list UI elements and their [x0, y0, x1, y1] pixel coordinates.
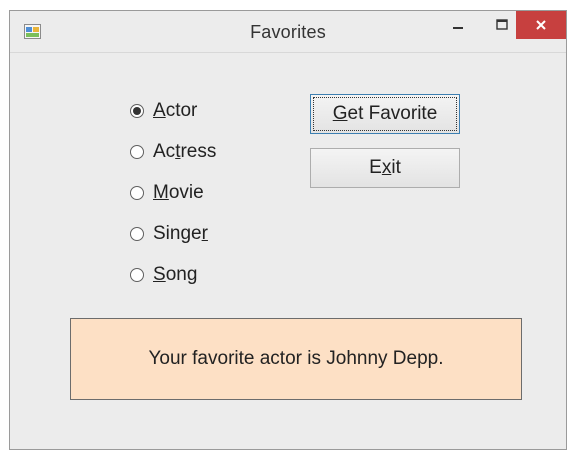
radio-song[interactable]: Song: [130, 262, 197, 288]
title-bar[interactable]: Favorites: [10, 11, 566, 53]
radio-song-circle[interactable]: [130, 268, 144, 282]
exit-button[interactable]: Exit: [310, 148, 460, 188]
radio-actress-label: Actress: [153, 141, 217, 162]
get-favorite-label: Get Favorite: [332, 103, 438, 124]
radio-actress-circle[interactable]: [130, 145, 144, 159]
get-favorite-button[interactable]: Get Favorite: [310, 94, 460, 134]
favorites-window: Favorites Actor Actress Movie Singer Son…: [9, 10, 567, 450]
maximize-icon: [496, 19, 508, 30]
radio-movie-circle[interactable]: [130, 186, 144, 200]
close-icon: [536, 20, 546, 30]
radio-actor-circle[interactable]: [130, 104, 144, 118]
radio-movie[interactable]: Movie: [130, 180, 204, 206]
minimize-icon: [453, 27, 463, 29]
radio-movie-label: Movie: [153, 182, 204, 203]
radio-singer-label: Singer: [153, 223, 208, 244]
minimize-button[interactable]: [438, 11, 478, 39]
radio-singer-circle[interactable]: [130, 227, 144, 241]
radio-actor-label: Actor: [153, 100, 198, 121]
client-area: Actor Actress Movie Singer Song Get Favo…: [10, 53, 566, 449]
radio-actor[interactable]: Actor: [130, 98, 197, 124]
close-button[interactable]: [516, 11, 566, 39]
favorite-message-label: Your favorite actor is Johnny Depp.: [70, 318, 522, 400]
radio-song-label: Song: [153, 264, 198, 285]
radio-singer[interactable]: Singer: [130, 221, 208, 247]
radio-actress[interactable]: Actress: [130, 139, 216, 165]
exit-label: Exit: [369, 157, 401, 178]
